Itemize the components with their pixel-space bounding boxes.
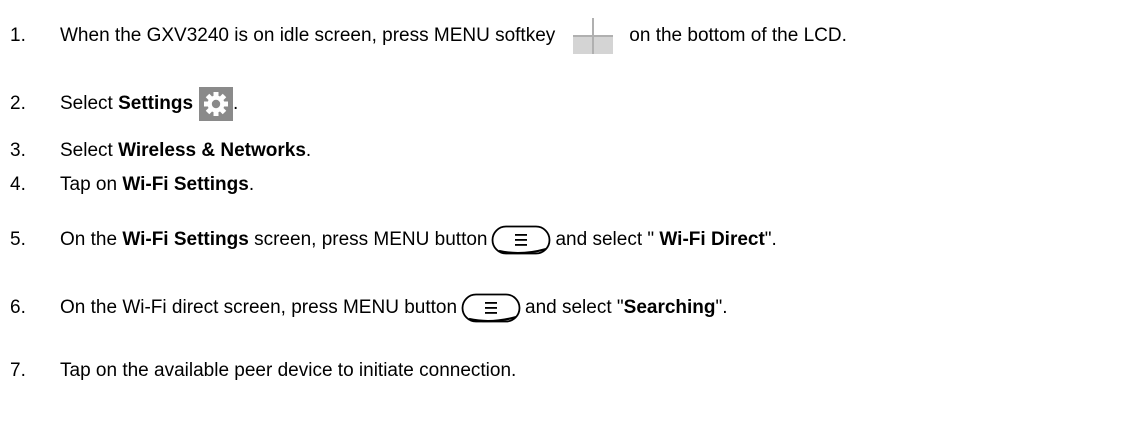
step-text: Tap on the available peer device to init… bbox=[60, 360, 517, 381]
step-text: screen, press MENU button bbox=[248, 229, 488, 250]
step-number: 1. bbox=[10, 25, 26, 46]
step-number: 4. bbox=[10, 174, 26, 195]
settings-label: Settings bbox=[118, 93, 194, 114]
menu-button-icon bbox=[461, 293, 521, 323]
menu-softkey-icon bbox=[573, 18, 614, 54]
menu-button-icon bbox=[492, 225, 551, 255]
step-text-end: ". bbox=[715, 297, 728, 318]
wifi-settings-label: Wi-Fi Settings bbox=[122, 229, 249, 250]
step-text-end: on the bottom of the LCD. bbox=[629, 25, 847, 46]
step-text: Select bbox=[60, 93, 119, 114]
step-text: and select " bbox=[525, 297, 624, 318]
step-number: 5. bbox=[10, 229, 26, 250]
step-text-end: ". bbox=[764, 229, 777, 250]
step-number: 2. bbox=[10, 93, 26, 114]
step-text-end: . bbox=[305, 140, 312, 161]
step-text: On the Wi-Fi direct screen, press MENU b… bbox=[60, 297, 458, 318]
wifi-direct-label: Wi-Fi Direct bbox=[659, 229, 765, 250]
settings-gear-icon bbox=[199, 87, 234, 121]
step-text: and select " bbox=[555, 229, 660, 250]
searching-label: Searching bbox=[623, 297, 716, 318]
step-text: When the GXV3240 is on idle screen, pres… bbox=[60, 25, 556, 46]
wifi-settings-label: Wi-Fi Settings bbox=[122, 174, 249, 195]
step-number: 7. bbox=[10, 360, 26, 381]
step-text: On the bbox=[60, 229, 123, 250]
step-number: 6. bbox=[10, 297, 26, 318]
step-text: Select bbox=[60, 140, 119, 161]
wireless-networks-label: Wireless & Networks bbox=[118, 140, 306, 161]
step-text-end: . bbox=[248, 174, 255, 195]
step-number: 3. bbox=[10, 140, 26, 161]
step-text: Tap on bbox=[60, 174, 123, 195]
step-text-end: . bbox=[233, 93, 239, 114]
